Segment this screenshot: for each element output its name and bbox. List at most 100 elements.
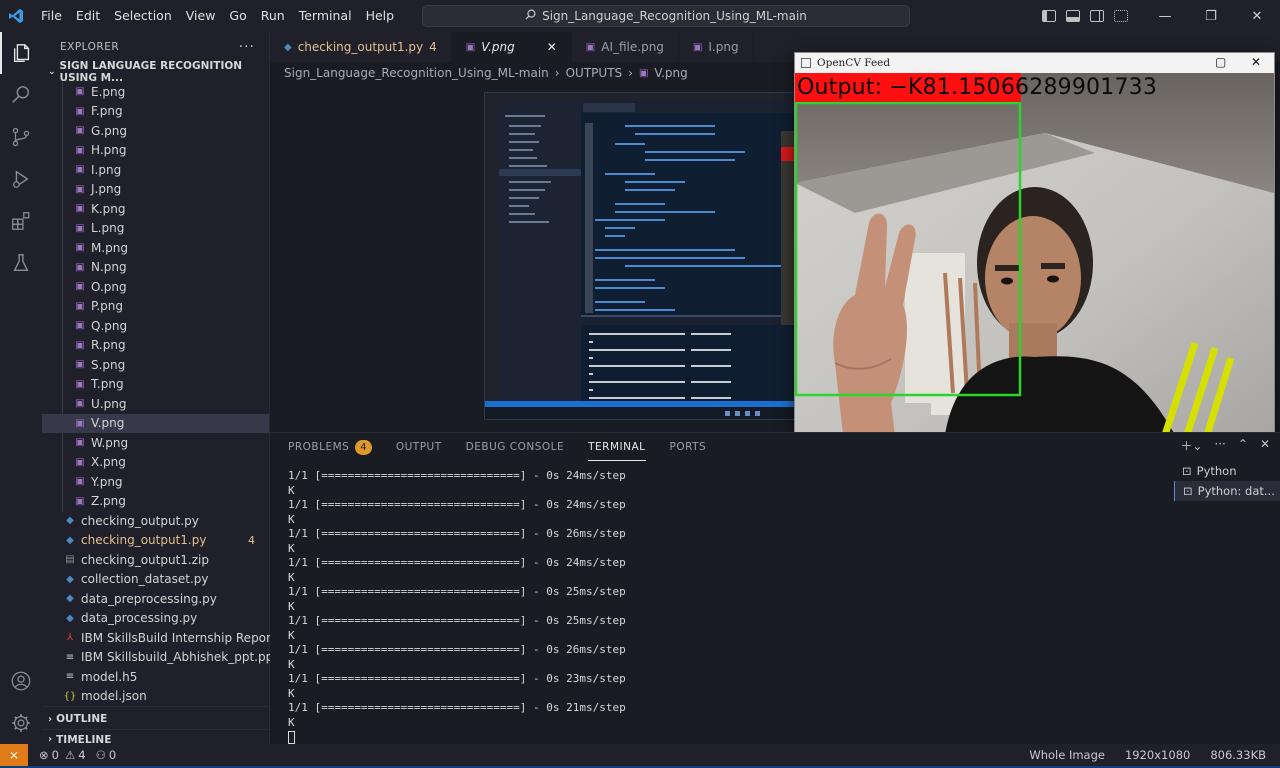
file-item[interactable]: ▣ Q.png — [42, 316, 269, 336]
opencv-close-icon[interactable]: ✕ — [1251, 55, 1261, 69]
toggle-secondary-sidebar-icon[interactable] — [1090, 10, 1104, 22]
terminal-instance[interactable]: ⊡ Python — [1174, 461, 1280, 481]
close-window-icon[interactable]: ✕ — [1234, 0, 1280, 32]
terminal-progress-line: 1/1 [==============================] - 0… — [288, 469, 626, 482]
editor-tab[interactable]: ◆ checking_output1.py 4 — [270, 32, 452, 62]
problems-status[interactable]: ⊗ 0 ⚠ 4 — [34, 748, 91, 762]
breadcrumb-item[interactable]: Sign_Language_Recognition_Using_ML-main — [284, 66, 549, 80]
file-item[interactable]: ◆ data_processing.py — [42, 609, 269, 629]
file-name: J.png — [91, 182, 122, 197]
workspace-root[interactable]: ⌄ SIGN LANGUAGE RECOGNITION USING M... — [42, 60, 269, 84]
editor-tab[interactable]: ▣ I.png — [679, 32, 754, 62]
breadcrumb-item[interactable]: OUTPUTS — [566, 66, 623, 80]
panel-tab-ports[interactable]: PORTS — [670, 433, 707, 461]
file-item[interactable]: ≡ IBM Skillsbuild_Abhishek_ppt.pptx — [42, 648, 285, 668]
accounts-icon[interactable] — [0, 660, 42, 702]
file-item[interactable]: ▣ G.png — [42, 121, 269, 141]
terminal-icon: ⊡ — [1182, 464, 1192, 478]
file-item[interactable]: ◆ collection_dataset.py — [42, 570, 269, 590]
menu-run[interactable]: Run — [254, 0, 292, 32]
file-name: checking_output1.py — [81, 533, 207, 548]
file-item[interactable]: ▣ O.png — [42, 277, 269, 297]
more-actions-icon[interactable]: ··· — [1214, 437, 1225, 454]
file-item[interactable]: ▣ I.png — [42, 160, 269, 180]
file-item[interactable]: ▣ X.png — [42, 453, 269, 473]
file-item[interactable]: ▣ Y.png — [42, 472, 269, 492]
file-item[interactable]: ▣ H.png — [42, 141, 269, 161]
file-item[interactable]: ▣ F.png — [42, 102, 269, 122]
search-view-icon[interactable] — [0, 74, 42, 116]
close-panel-icon[interactable]: ✕ — [1260, 437, 1270, 454]
file-item[interactable]: ▣ E.png — [42, 82, 269, 102]
menu-terminal[interactable]: Terminal — [292, 0, 359, 32]
file-item[interactable]: {} model.json — [42, 687, 269, 707]
testing-flask-icon[interactable] — [0, 242, 42, 284]
py-file-icon: ◆ — [66, 612, 74, 624]
explorer-icon[interactable] — [0, 32, 42, 74]
panel-tab-terminal[interactable]: TERMINAL — [588, 433, 646, 461]
terminal-instance[interactable]: ⊡ Python: dat... — [1174, 481, 1280, 501]
customize-layout-icon[interactable] — [1114, 10, 1128, 22]
file-name: S.png — [91, 357, 126, 372]
ports-status[interactable]: ⚇ 0 — [91, 748, 122, 762]
source-control-icon[interactable] — [0, 116, 42, 158]
toggle-panel-icon[interactable] — [1066, 10, 1080, 22]
image-view-mode[interactable]: Whole Image — [1029, 748, 1105, 762]
file-item[interactable]: ▣ L.png — [42, 219, 269, 239]
terminal-output[interactable]: 1/1 [==============================] - 0… — [288, 469, 626, 745]
more-actions-icon[interactable]: ··· — [239, 39, 255, 55]
panel-tab-debug-console[interactable]: DEBUG CONSOLE — [466, 433, 564, 461]
file-item[interactable]: ▣ K.png — [42, 199, 269, 219]
file-item[interactable]: ▣ W.png — [42, 433, 269, 453]
file-item[interactable]: ▣ S.png — [42, 355, 269, 375]
panel-tab-problems[interactable]: PROBLEMS 4 — [288, 433, 372, 461]
command-center-text: Sign_Language_Recognition_Using_ML-main — [542, 9, 807, 23]
file-item[interactable]: ◆ checking_output.py — [42, 511, 269, 531]
run-debug-icon[interactable] — [0, 158, 42, 200]
bottom-panel: PROBLEMS 4 OUTPUT DEBUG CONSOLE TERMINAL PORT… — [270, 432, 1280, 744]
file-item[interactable]: ▣ J.png — [42, 180, 269, 200]
file-item[interactable]: ≡ model.h5 — [42, 667, 269, 687]
close-tab-icon[interactable]: ✕ — [547, 40, 557, 54]
editor-tab[interactable]: ▣ V.png ✕ — [451, 32, 572, 62]
file-item[interactable]: ▣ P.png — [42, 297, 269, 317]
menu-help[interactable]: Help — [359, 0, 402, 32]
menu-go[interactable]: Go — [222, 0, 253, 32]
file-item[interactable]: ▤ checking_output1.zip — [42, 550, 269, 570]
png-file-icon: ▣ — [75, 359, 85, 371]
remote-indicator-icon[interactable]: ⨯ — [0, 744, 28, 766]
terminal-prediction-line: K — [288, 570, 295, 584]
file-item[interactable]: ◆ checking_output1.py 4 — [42, 531, 269, 551]
file-item[interactable]: ▣ V.png — [42, 413, 269, 433]
breadcrumb-item[interactable]: V.png — [654, 66, 687, 80]
menu-selection[interactable]: Selection — [107, 0, 179, 32]
opencv-maximize-icon[interactable]: ▢ — [1215, 55, 1226, 69]
toggle-sidebar-icon[interactable] — [1042, 10, 1056, 22]
file-item[interactable]: ▣ M.png — [42, 238, 269, 258]
editor-tab[interactable]: ▣ AI_file.png — [572, 32, 679, 62]
panel-tab-output[interactable]: OUTPUT — [396, 433, 442, 461]
file-item[interactable]: ▣ T.png — [42, 375, 269, 395]
settings-gear-icon[interactable] — [0, 702, 42, 744]
png-file-icon: ▣ — [75, 203, 85, 215]
menu-edit[interactable]: Edit — [69, 0, 107, 32]
file-item[interactable]: ▣ U.png — [42, 394, 269, 414]
new-terminal-icon[interactable]: ＋⌄ — [1180, 437, 1202, 454]
file-item[interactable]: ◆ data_preprocessing.py — [42, 589, 269, 609]
opencv-title-bar: OpenCV Feed ▢ ✕ — [795, 53, 1274, 73]
png-file-icon: ▣ — [75, 164, 85, 176]
command-center-search[interactable]: Sign_Language_Recognition_Using_ML-main — [422, 5, 910, 27]
file-item[interactable]: ▣ N.png — [42, 258, 269, 278]
file-item[interactable]: ⅄ IBM SkillsBuild Internship Report.pdf — [42, 628, 299, 648]
file-item[interactable]: ▣ Z.png — [42, 492, 269, 512]
extensions-icon[interactable] — [0, 200, 42, 242]
menu-file[interactable]: File — [34, 0, 69, 32]
maximize-panel-icon[interactable]: ⌃ — [1238, 437, 1248, 454]
file-tree: ▣ E.png ▣ F.png ▣ G.png ▣ H.png ▣ I.png ▣ J.png ▣ K.p… — [42, 82, 299, 707]
menu-view[interactable]: View — [179, 0, 223, 32]
outline-section[interactable]: › OUTLINE — [42, 709, 269, 729]
restore-icon[interactable]: ❐ — [1188, 0, 1234, 32]
terminal-icon: ⊡ — [1183, 484, 1193, 498]
minimize-icon[interactable]: — — [1142, 0, 1188, 32]
file-item[interactable]: ▣ R.png — [42, 336, 269, 356]
